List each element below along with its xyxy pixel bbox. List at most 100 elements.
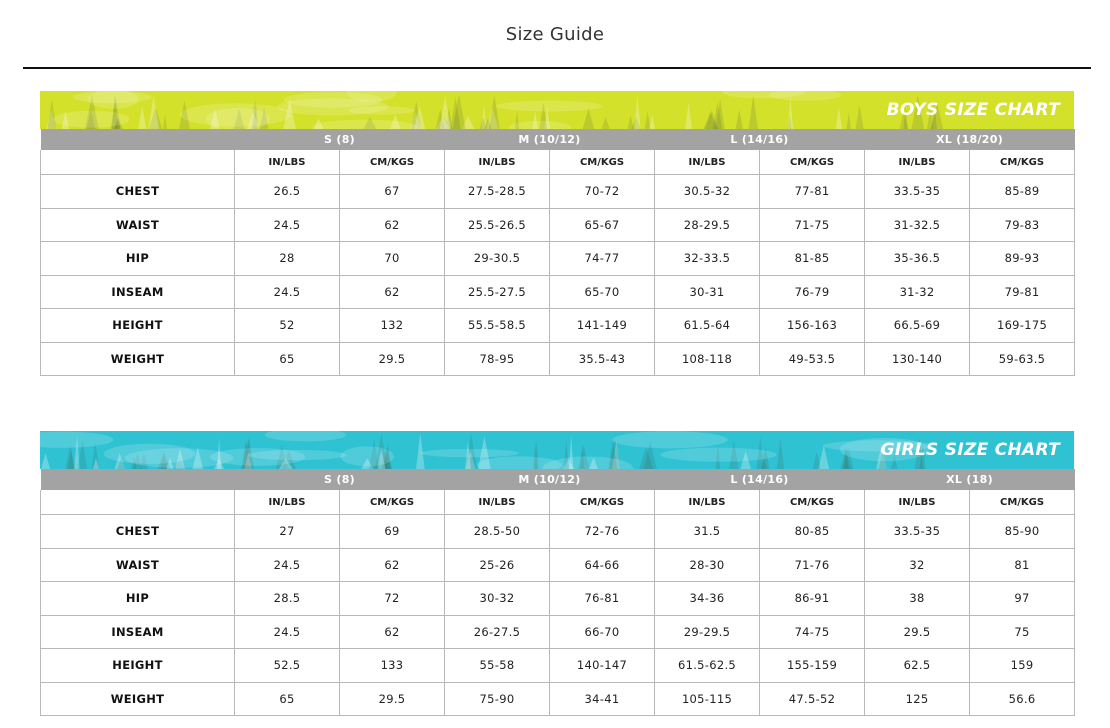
measurement-value: 85-90 [969,514,1076,549]
size-column-header: XL (18/20) [864,129,1075,150]
measurement-value: 61.5-64 [654,308,761,343]
measurement-value: 76-81 [548,581,656,616]
measurement-value: 61.5-62.5 [654,648,761,683]
measurement-value: 74-77 [548,241,656,276]
measurement-value: 30.5-32 [654,174,761,209]
girls-size-chart: GIRLS SIZE CHART S (8) M (10/12) L (14/16) X… [40,431,1076,716]
measurement-value: 74-75 [759,614,866,649]
table-row: HIP 28.5 72 30-32 76-81 34-36 86-91 38 97 [40,581,1076,616]
table-row: WEIGHT 65 29.5 75-90 34-41 105-115 47.5-52 125 5… [40,681,1076,716]
size-header-blank [40,129,235,150]
measurement-value: 169-175 [969,308,1076,343]
unit-header-cell: IN/LBS [864,150,971,175]
table-row: INSEAM 24.5 62 26-27.5 66-70 29-29.5 74-75 29.5… [40,614,1076,649]
title-divider [23,67,1091,69]
unit-header-row: IN/LBS CM/KGS IN/LBS CM/KGS IN/LBS CM/KGS IN/L… [40,150,1076,175]
measurement-value: 24.5 [234,274,340,309]
measurement-value: 35-36.5 [864,241,971,276]
measurement-value: 85-89 [969,174,1076,209]
girls-chart-title: GIRLS SIZE CHART [880,440,1060,460]
measurement-value: 59-63.5 [969,341,1076,376]
measurement-value: 86-91 [759,581,866,616]
unit-header-cell: IN/LBS [444,150,550,175]
measurement-value: 24.5 [234,614,340,649]
measurement-value: 26-27.5 [444,614,550,649]
measurement-value: 77-81 [759,174,866,209]
measurement-value: 67 [339,174,445,209]
measurement-value: 72 [339,581,445,616]
girls-chart-banner: GIRLS SIZE CHART [40,431,1074,469]
measurement-value: 65 [234,681,340,716]
measurement-value: 47.5-52 [759,681,866,716]
unit-header-cell: CM/KGS [969,490,1076,515]
measurement-value: 33.5-35 [864,174,971,209]
measurement-value: 27.5-28.5 [444,174,550,209]
measurement-label: WEIGHT [40,681,235,716]
measurement-value: 64-66 [548,547,656,582]
measurement-value: 32 [864,547,971,582]
measurement-value: 28.5-50 [444,514,550,549]
boys-chart-banner: BOYS SIZE CHART [40,91,1074,129]
measurement-label: HEIGHT [40,308,235,343]
measurement-value: 31-32 [864,274,971,309]
measurement-label: CHEST [40,514,235,549]
measurement-value: 35.5-43 [548,341,656,376]
unit-header-cell: CM/KGS [339,490,445,515]
table-row: CHEST 26.5 67 27.5-28.5 70-72 30.5-32 77-81 33.… [40,174,1076,209]
measurement-value: 62 [339,614,445,649]
size-column-header: L (14/16) [654,469,865,490]
size-column-header: S (8) [234,469,445,490]
size-column-header: XL (18) [864,469,1075,490]
table-row: WAIST 24.5 62 25-26 64-66 28-30 71-76 32 81 [40,547,1076,582]
boys-size-table: S (8) M (10/12) L (14/16) XL (18/20) IN/LBS C… [40,129,1076,376]
measurement-label: INSEAM [40,614,235,649]
unit-header-cell: CM/KGS [759,150,866,175]
measurement-value: 55-58 [444,648,550,683]
measurement-label: HIP [40,581,235,616]
measurement-value: 72-76 [548,514,656,549]
unit-header-cell: IN/LBS [654,490,761,515]
measurement-value: 89-93 [969,241,1076,276]
size-column-header: M (10/12) [444,469,655,490]
unit-header-blank [40,490,235,515]
measurement-value: 29-29.5 [654,614,761,649]
measurement-value: 75 [969,614,1076,649]
girls-size-table: S (8) M (10/12) L (14/16) XL (18) IN/LBS CM/K… [40,469,1076,716]
measurement-value: 33.5-35 [864,514,971,549]
measurement-value: 49-53.5 [759,341,866,376]
measurement-label: HEIGHT [40,648,235,683]
unit-header-cell: CM/KGS [339,150,445,175]
measurement-value: 66.5-69 [864,308,971,343]
measurement-value: 141-149 [548,308,656,343]
unit-header-cell: IN/LBS [444,490,550,515]
measurement-value: 66-70 [548,614,656,649]
unit-header-cell: IN/LBS [654,150,761,175]
measurement-value: 29.5 [864,614,971,649]
unit-header-cell: CM/KGS [969,150,1076,175]
measurement-label: INSEAM [40,274,235,309]
measurement-value: 28 [234,241,340,276]
measurement-value: 31-32.5 [864,207,971,242]
measurement-value: 159 [969,648,1076,683]
measurement-value: 34-41 [548,681,656,716]
measurement-label: WAIST [40,207,235,242]
page-title: Size Guide [505,24,605,45]
table-row: HEIGHT 52.5 133 55-58 140-147 61.5-62.5 155-15… [40,648,1076,683]
measurement-value: 25-26 [444,547,550,582]
measurement-value: 25.5-27.5 [444,274,550,309]
measurement-value: 31.5 [654,514,761,549]
measurement-value: 24.5 [234,547,340,582]
measurement-value: 52 [234,308,340,343]
table-row: WAIST 24.5 62 25.5-26.5 65-67 28-29.5 71-75 31-… [40,207,1076,242]
unit-header-cell: IN/LBS [234,150,340,175]
measurement-value: 65 [234,341,340,376]
table-row: HIP 28 70 29-30.5 74-77 32-33.5 81-85 35-36.5 89… [40,241,1076,276]
table-row: WEIGHT 65 29.5 78-95 35.5-43 108-118 49-53.5 13… [40,341,1076,376]
measurement-value: 79-81 [969,274,1076,309]
measurement-value: 62.5 [864,648,971,683]
measurement-value: 62 [339,547,445,582]
measurement-value: 105-115 [654,681,761,716]
measurement-value: 29.5 [339,341,445,376]
measurement-value: 81-85 [759,241,866,276]
unit-header-row: IN/LBS CM/KGS IN/LBS CM/KGS IN/LBS CM/KGS IN/L… [40,490,1076,515]
